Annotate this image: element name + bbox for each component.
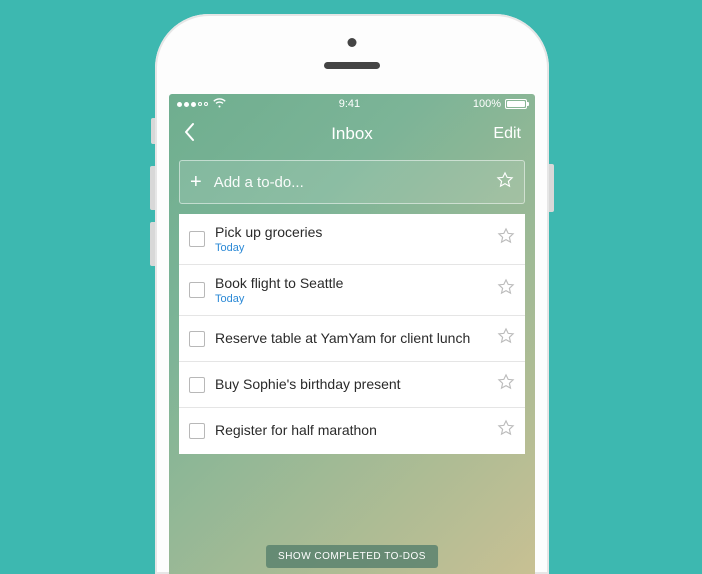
power-button <box>549 164 554 212</box>
todo-title: Buy Sophie's birthday present <box>215 376 487 393</box>
star-icon[interactable] <box>496 171 514 194</box>
star-icon[interactable] <box>497 419 515 442</box>
todo-title: Book flight to Seattle <box>215 275 487 292</box>
signal-dots-icon <box>177 102 208 107</box>
plus-icon: + <box>190 172 202 192</box>
wifi-icon <box>213 98 226 111</box>
battery-icon <box>505 99 527 109</box>
todo-item[interactable]: Reserve table at YamYam for client lunch <box>179 316 525 362</box>
screen: 9:41 100% Inbox Edit + Add a to-do... <box>169 94 535 574</box>
todo-due: Today <box>215 242 487 254</box>
checkbox[interactable] <box>189 282 205 298</box>
todo-item[interactable]: Register for half marathon <box>179 408 525 454</box>
checkbox[interactable] <box>189 377 205 393</box>
todo-item[interactable]: Pick up groceries Today <box>179 214 525 265</box>
star-icon[interactable] <box>497 373 515 396</box>
todo-title: Pick up groceries <box>215 224 487 241</box>
checkbox[interactable] <box>189 331 205 347</box>
status-left <box>177 98 226 111</box>
star-icon[interactable] <box>497 227 515 250</box>
edit-button[interactable]: Edit <box>493 125 521 143</box>
mute-switch <box>151 118 155 144</box>
camera-dot <box>348 38 357 47</box>
todo-list: Pick up groceries Today Book flight to S… <box>169 214 535 514</box>
add-todo-row[interactable]: + Add a to-do... <box>179 160 525 204</box>
todo-item[interactable]: Buy Sophie's birthday present <box>179 362 525 408</box>
show-completed-button[interactable]: SHOW COMPLETED TO-DOS <box>266 545 438 568</box>
checkbox[interactable] <box>189 231 205 247</box>
status-time: 9:41 <box>339 98 360 110</box>
todo-item[interactable]: Book flight to Seattle Today <box>179 265 525 316</box>
status-right: 100% <box>473 98 527 110</box>
todo-title: Reserve table at YamYam for client lunch <box>215 330 487 347</box>
star-icon[interactable] <box>497 327 515 350</box>
star-icon[interactable] <box>497 278 515 301</box>
todo-due: Today <box>215 293 487 305</box>
back-button[interactable] <box>183 122 195 147</box>
add-todo-placeholder: Add a to-do... <box>214 174 496 191</box>
nav-bar: Inbox Edit <box>169 114 535 154</box>
volume-down-button <box>150 222 155 266</box>
speaker-slot <box>324 62 380 69</box>
battery-percent: 100% <box>473 98 501 110</box>
page-title: Inbox <box>169 124 535 144</box>
phone-frame: 9:41 100% Inbox Edit + Add a to-do... <box>155 14 549 574</box>
status-bar: 9:41 100% <box>169 94 535 114</box>
checkbox[interactable] <box>189 423 205 439</box>
todo-title: Register for half marathon <box>215 422 487 439</box>
volume-up-button <box>150 166 155 210</box>
